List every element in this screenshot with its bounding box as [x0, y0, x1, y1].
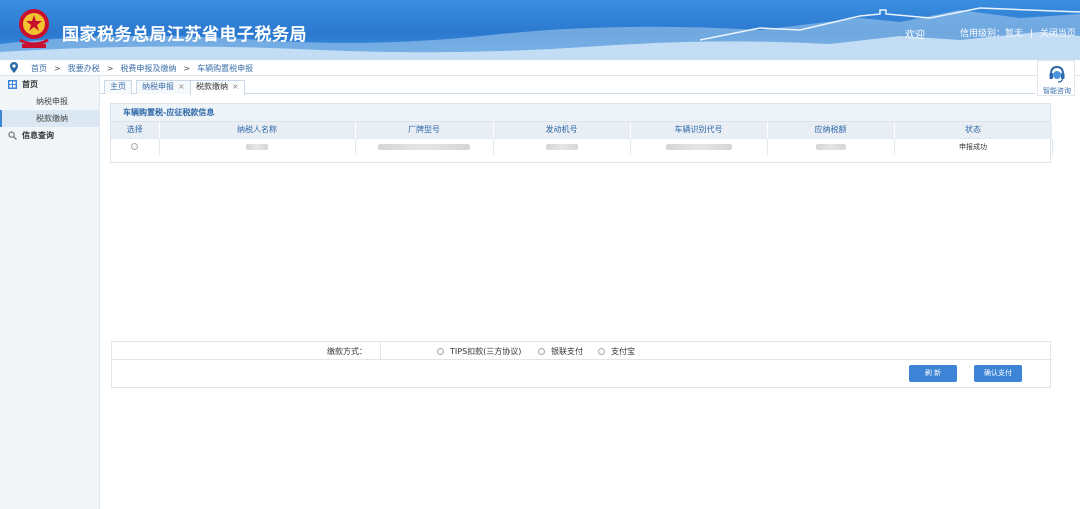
- breadcrumb: 首页 > 我要办税 > 税费申报及缴纳 > 车辆购置税申报: [0, 60, 1080, 76]
- tab-label: 主页: [110, 82, 126, 91]
- sidebar-item-label: 纳税申报: [36, 97, 68, 106]
- column-header: 应纳税额: [767, 122, 895, 138]
- radio-icon[interactable]: [538, 348, 545, 355]
- breadcrumb-item-declare[interactable]: 税费申报及缴纳: [120, 64, 176, 73]
- status-cell: 申报成功: [894, 137, 1053, 155]
- confirm-payment-button[interactable]: 确认支付: [974, 365, 1022, 382]
- search-icon: [8, 131, 17, 140]
- sidebar-item-home[interactable]: 首页: [0, 76, 99, 93]
- option-label: TIPS扣款(三方协议): [450, 347, 522, 356]
- blurred-model: [378, 143, 470, 150]
- help-label: 智能咨询: [1043, 87, 1071, 95]
- header-separator: |: [1029, 29, 1033, 39]
- tab-label: 纳税申报: [142, 82, 174, 91]
- table-header-row: 选择 纳税人名称 厂牌型号 发动机号 车辆识别代号 应纳税额 状态: [111, 122, 1053, 138]
- column-header: 选择: [111, 122, 160, 138]
- sidebar: 首页 纳税申报 税款缴纳 信息查询: [0, 76, 100, 509]
- payment-option-alipay[interactable]: 支付宝: [598, 346, 635, 357]
- smart-consult-button[interactable]: 智能咨询: [1037, 60, 1075, 96]
- row-select-radio[interactable]: [131, 143, 139, 151]
- header-right: 信用级别：暂无 | 关闭当页: [960, 26, 1076, 39]
- tax-emblem-icon: [19, 9, 49, 48]
- welcome-text: 欢迎: [905, 30, 925, 41]
- blurred-engine-number: [545, 143, 578, 150]
- option-label: 银联支付: [551, 347, 583, 356]
- blurred-tax-amount: [815, 143, 846, 150]
- sidebar-item-declare[interactable]: 纳税申报: [0, 93, 99, 110]
- sidebar-item-label: 信息查询: [22, 131, 54, 140]
- breadcrumb-item-tax[interactable]: 我要办税: [68, 64, 100, 73]
- blurred-vin: [665, 143, 732, 150]
- blurred-taxpayer-name: [246, 143, 268, 150]
- tab-bar: 主页 纳税申报 × 税款缴纳 ×: [100, 78, 1035, 95]
- close-page-link[interactable]: 关闭当页: [1040, 26, 1076, 39]
- column-header: 车辆识别代号: [630, 122, 768, 138]
- breadcrumb-item-home[interactable]: 首页: [31, 64, 47, 73]
- site-title: 国家税务总局江苏省电子税务局: [62, 25, 307, 45]
- radio-icon[interactable]: [598, 348, 605, 355]
- tax-info-table: 选择 纳税人名称 厂牌型号 发动机号 车辆识别代号 应纳税额 状态 申报成功: [111, 122, 1053, 155]
- column-header: 厂牌型号: [355, 122, 494, 138]
- breadcrumb-arrow: >: [54, 64, 61, 73]
- tab-label: 税款缴纳: [196, 82, 228, 91]
- sidebar-item-payment[interactable]: 税款缴纳: [0, 110, 99, 127]
- sidebar-item-query[interactable]: 信息查询: [0, 127, 99, 144]
- location-pin-icon: [10, 62, 18, 73]
- panel-title: 车辆购置税-应征税款信息: [111, 104, 1050, 122]
- column-header: 发动机号: [493, 122, 631, 138]
- breadcrumb-arrow: >: [183, 64, 191, 73]
- close-icon[interactable]: ×: [232, 82, 239, 91]
- tab-payment[interactable]: 税款缴纳 ×: [190, 80, 245, 95]
- breadcrumb-item-vehicle-tax[interactable]: 车辆购置税申报: [197, 64, 253, 73]
- payment-method-row: 缴款方式： TIPS扣款(三方协议) 银联支付 支付宝: [112, 342, 1052, 360]
- headset-icon: [1049, 65, 1065, 83]
- option-label: 支付宝: [611, 347, 635, 356]
- breadcrumb-arrow: >: [106, 64, 114, 73]
- payment-option-unionpay[interactable]: 银联支付: [538, 346, 583, 357]
- close-icon[interactable]: ×: [178, 82, 185, 91]
- table-row: 申报成功: [111, 137, 1053, 155]
- sidebar-item-label: 首页: [22, 80, 38, 89]
- breadcrumb-trail: 首页 > 我要办税 > 税费申报及缴纳 > 车辆购置税申报: [31, 63, 253, 74]
- radio-icon[interactable]: [437, 348, 444, 355]
- tab-home[interactable]: 主页: [104, 80, 132, 94]
- divider: [380, 342, 381, 360]
- column-header: 状态: [894, 122, 1053, 138]
- grid-icon: [8, 80, 17, 89]
- site-header: 国家税务总局江苏省电子税务局 欢迎 信用级别：暂无 | 关闭当页: [0, 0, 1080, 60]
- column-header: 纳税人名称: [159, 122, 356, 138]
- sidebar-item-label: 税款缴纳: [36, 114, 68, 123]
- tax-info-panel: 车辆购置税-应征税款信息 选择 纳税人名称 厂牌型号 发动机号 车辆识别代号 应…: [110, 103, 1053, 163]
- payment-box: 缴款方式： TIPS扣款(三方协议) 银联支付 支付宝 刷 新 确认支付: [111, 341, 1052, 388]
- payment-method-label: 缴款方式：: [327, 347, 367, 356]
- payment-option-tips[interactable]: TIPS扣款(三方协议): [437, 346, 521, 357]
- tab-declare[interactable]: 纳税申报 ×: [136, 80, 191, 94]
- credit-level: 信用级别：暂无: [960, 29, 1024, 39]
- refresh-button[interactable]: 刷 新: [909, 365, 957, 382]
